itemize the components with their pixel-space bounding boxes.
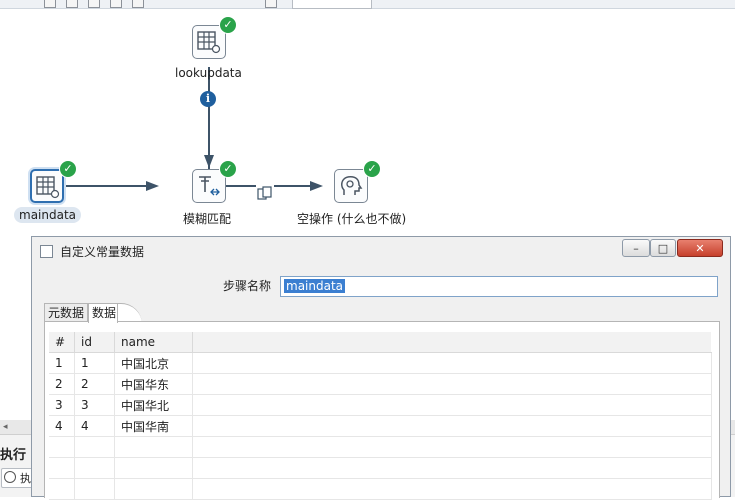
- close-button[interactable]: ✕: [677, 239, 723, 257]
- step-name-input[interactable]: maindata: [280, 276, 718, 297]
- table-row[interactable]: [49, 457, 712, 479]
- row-number-cell: [49, 478, 75, 500]
- row-number-cell: 2: [49, 373, 75, 395]
- zoom-field[interactable]: [292, 0, 372, 9]
- table-cell[interactable]: [74, 457, 115, 479]
- dialog-app-icon: [40, 245, 53, 258]
- toolbar-icon[interactable]: [44, 0, 56, 8]
- step-maindata[interactable]: [30, 169, 64, 203]
- step-label[interactable]: 模糊匹配: [183, 210, 231, 227]
- table-row[interactable]: 2 2 中国华东: [49, 373, 712, 395]
- table-cell[interactable]: 4: [74, 415, 115, 437]
- hop-arrow-icon: [146, 181, 159, 191]
- row-number-cell: [49, 457, 75, 479]
- toolbar-icon[interactable]: [66, 0, 78, 8]
- execution-panel: ◂ 执行 执: [0, 420, 33, 497]
- table-row[interactable]: [49, 436, 712, 458]
- row-number-cell: 4: [49, 415, 75, 437]
- table-row[interactable]: 1 1 中国北京: [49, 352, 712, 374]
- table-cell[interactable]: [192, 352, 712, 374]
- clock-icon: [4, 471, 16, 483]
- step-dummy[interactable]: [334, 169, 368, 203]
- step-name-label: 步骤名称: [223, 279, 272, 293]
- table-cell[interactable]: [192, 436, 712, 458]
- execution-tab-button[interactable]: 执: [1, 468, 33, 488]
- column-header[interactable]: name: [114, 332, 193, 353]
- row-number-cell: [49, 436, 75, 458]
- table-cell[interactable]: [114, 478, 193, 500]
- table-cell[interactable]: 1: [74, 352, 115, 374]
- column-header[interactable]: [192, 332, 711, 353]
- row-number-cell: 1: [49, 352, 75, 374]
- tab-data[interactable]: 数据: [88, 303, 118, 323]
- dialog-titlebar[interactable]: 自定义常量数据 – □ ✕: [32, 237, 730, 263]
- toolbar-icon[interactable]: [265, 0, 277, 8]
- toolbar-icon[interactable]: [132, 0, 144, 8]
- transformation-canvas[interactable]: i ✓ lookupdata ✓ maindata ✓ 模糊匹配 ✓ 空操作 (…: [0, 9, 735, 239]
- table-cell[interactable]: [192, 457, 712, 479]
- minimize-button[interactable]: –: [622, 239, 650, 257]
- data-grid[interactable]: # id name 1 1 中国北京 2 2 中国华东 3 3 中国华北 4 4…: [49, 332, 712, 500]
- copy-rows-icon: [257, 186, 272, 200]
- table-cell[interactable]: 中国华南: [114, 415, 193, 437]
- status-ok-icon: ✓: [219, 160, 237, 178]
- hop-line[interactable]: [66, 185, 156, 187]
- row-number-cell: 3: [49, 394, 75, 416]
- dialog-title: 自定义常量数据: [60, 245, 145, 259]
- table-row[interactable]: 4 4 中国华南: [49, 415, 712, 437]
- execution-tab-label: 执: [20, 472, 31, 485]
- table-cell[interactable]: [114, 457, 193, 479]
- hop-line[interactable]: [226, 185, 256, 187]
- column-header[interactable]: #: [49, 332, 75, 353]
- table-input-icon: [36, 176, 60, 199]
- toolbar: [0, 0, 735, 9]
- toolbar-icon[interactable]: [88, 0, 100, 8]
- column-header[interactable]: id: [74, 332, 115, 353]
- head-gear-icon: [341, 176, 363, 195]
- execution-panel-title: 执行: [0, 448, 27, 463]
- toolbar-icon[interactable]: [110, 0, 122, 8]
- table-cell[interactable]: 3: [74, 394, 115, 416]
- data-tab-panel: # id name 1 1 中国北京 2 2 中国华东 3 3 中国华北 4 4…: [44, 321, 720, 500]
- fuzzy-match-icon: [199, 176, 220, 196]
- step-label[interactable]: maindata: [14, 207, 82, 223]
- step-name-value: maindata: [284, 279, 346, 293]
- scroll-left-icon[interactable]: ◂: [0, 420, 32, 435]
- table-input-icon: [197, 31, 221, 54]
- hop-arrow-icon: [310, 181, 323, 191]
- table-cell[interactable]: [192, 478, 712, 500]
- status-ok-icon: ✓: [363, 160, 381, 178]
- table-cell[interactable]: [192, 394, 712, 416]
- table-row[interactable]: 3 3 中国华北: [49, 394, 712, 416]
- table-cell[interactable]: [74, 478, 115, 500]
- table-cell[interactable]: [74, 436, 115, 458]
- table-cell[interactable]: [192, 415, 712, 437]
- table-cell[interactable]: 2: [74, 373, 115, 395]
- data-grid-dialog: 自定义常量数据 – □ ✕ 步骤名称 maindata 元数据 数据 # id …: [31, 236, 731, 500]
- hop-arrow-icon: [204, 155, 214, 168]
- info-icon[interactable]: i: [200, 91, 216, 107]
- table-cell[interactable]: 中国北京: [114, 352, 193, 374]
- tab-metadata[interactable]: 元数据: [44, 303, 88, 323]
- table-row[interactable]: [49, 478, 712, 500]
- status-ok-icon: ✓: [219, 16, 237, 34]
- table-cell[interactable]: [192, 373, 712, 395]
- maximize-button[interactable]: □: [650, 239, 676, 257]
- step-label[interactable]: 空操作 (什么也不做): [297, 210, 406, 227]
- table-cell[interactable]: 中国华东: [114, 373, 193, 395]
- table-cell[interactable]: [114, 436, 193, 458]
- table-cell[interactable]: 中国华北: [114, 394, 193, 416]
- status-ok-icon: ✓: [59, 160, 77, 178]
- step-label[interactable]: lookupdata: [175, 66, 242, 80]
